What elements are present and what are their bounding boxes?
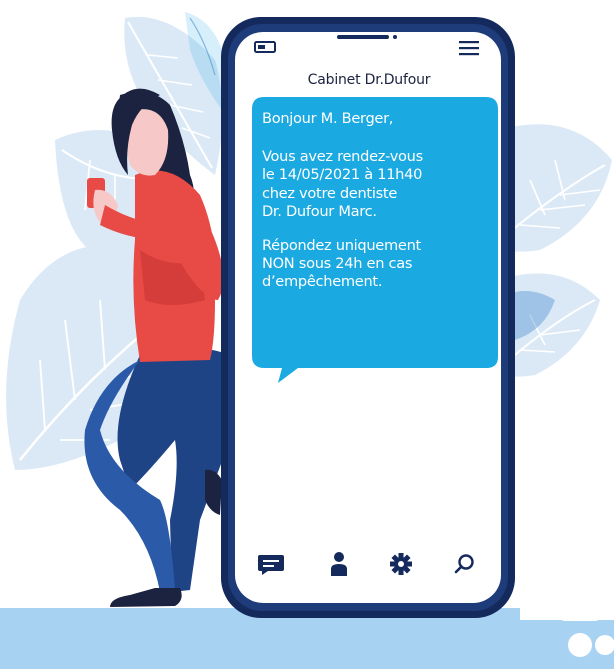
illustration — [0, 12, 614, 669]
message-line: chez votre dentiste — [262, 184, 398, 202]
contact-name: Cabinet Dr.Dufour — [307, 72, 431, 88]
nav-search-button[interactable] — [448, 547, 482, 581]
sms-message-text: Bonjour M. Berger, Vous avez rendez-vous… — [262, 110, 492, 308]
message-appointment: Vous avez rendez-vous le 14/05/2021 à 11… — [262, 148, 492, 221]
message-line: NON sous 24h en cas — [262, 255, 413, 273]
message-line: Dr. Dufour Marc. — [262, 202, 377, 220]
nav-messages-button[interactable] — [254, 547, 288, 581]
search-icon — [454, 554, 474, 574]
menu-icon — [459, 41, 479, 56]
hamburger-menu-button[interactable] — [459, 40, 481, 58]
message-line: le 14/05/2021 à 11h40 — [262, 166, 423, 184]
message-greeting: Bonjour M. Berger, — [262, 110, 394, 127]
gear-icon — [390, 553, 412, 575]
message-instruction: Répondez uniquement NON sous 24h en cas … — [262, 237, 492, 292]
user-icon — [331, 552, 347, 576]
chat-icon — [258, 555, 284, 575]
nav-settings-button[interactable] — [384, 547, 418, 581]
message-line: d’empêchement. — [262, 273, 383, 291]
message-line: Vous avez rendez-vous — [262, 148, 423, 166]
nav-profile-button[interactable] — [322, 547, 356, 581]
message-line: Répondez uniquement — [262, 237, 421, 255]
